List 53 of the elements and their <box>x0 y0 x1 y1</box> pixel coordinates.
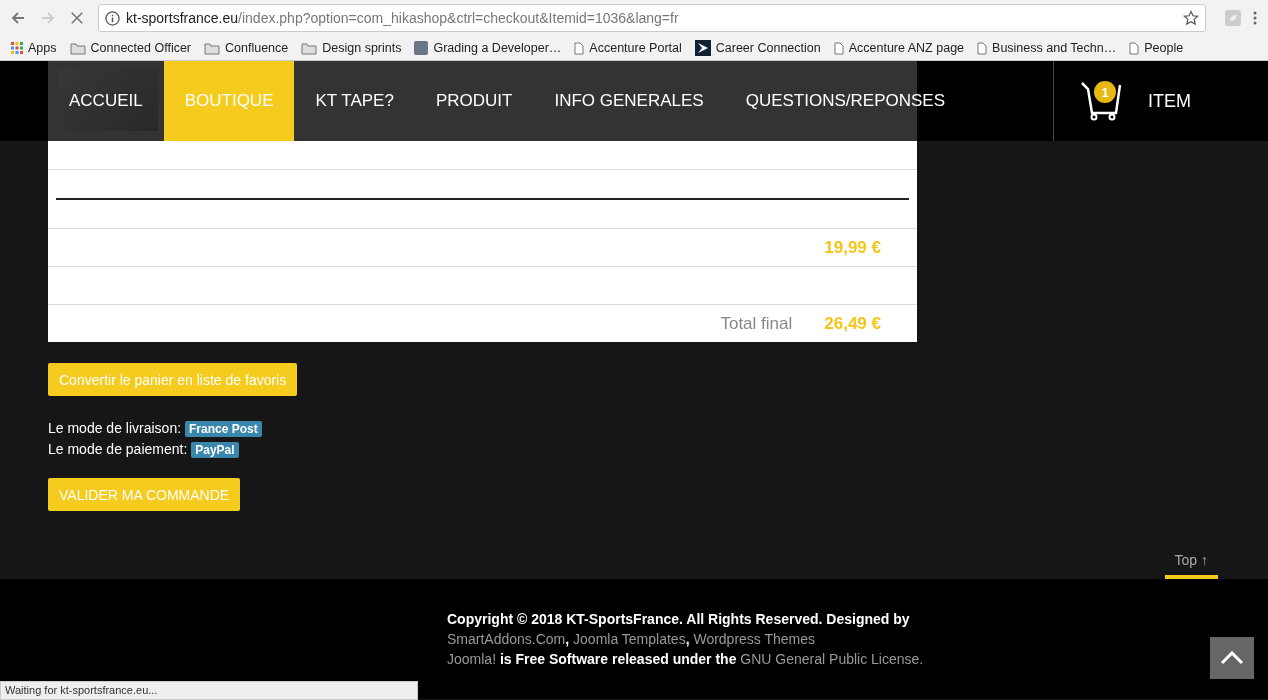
page-icon <box>574 41 585 55</box>
total-price: 26,49 € <box>824 313 881 334</box>
bookmark-link[interactable]: Confluence <box>225 41 289 55</box>
folder-icon <box>301 41 318 55</box>
nav-tab[interactable]: QUESTIONS/REPONSES <box>724 61 966 141</box>
nav-tab[interactable]: INFO GENERALES <box>533 61 725 141</box>
total-label: Total final <box>720 313 793 334</box>
star-icon[interactable] <box>1183 10 1199 26</box>
nav-tab[interactable]: KT TAPE? <box>294 61 415 141</box>
payment-tag: PayPal <box>191 442 239 458</box>
status-bar: Waiting for kt-sportsfrance.eu... <box>0 681 418 700</box>
bookmark-link[interactable]: Grading a Developer… <box>433 41 562 55</box>
footer-link[interactable]: Joomla! <box>447 651 497 667</box>
price-text: 19,99 € <box>824 237 881 258</box>
grid-icon <box>11 42 23 54</box>
bookmark-link[interactable]: Business and Techn… <box>992 41 1117 55</box>
bookmark-link[interactable]: Accenture Portal <box>589 41 682 55</box>
url-text: kt-sportsfrance.eu/index.php?option=com_hikashop&ctrl=checkout&Itemid=1036&lang=fr <box>126 10 680 26</box>
footer-text: Copyright © 2018 KT-SportsFrance. All Rights Reserved. Designed by <box>447 611 910 627</box>
bookmark-link[interactable]: Design sprints <box>322 41 402 55</box>
bookmark-link[interactable]: People <box>1144 41 1184 55</box>
scroll-to-top-button[interactable] <box>1210 637 1254 679</box>
folder-icon <box>69 41 86 55</box>
address-bar[interactable]: kt-sportsfrance.eu/index.php?option=com_hikashop&ctrl=checkout&Itemid=1036&lang=fr <box>98 4 1206 32</box>
page-icon <box>833 41 844 55</box>
footer-link[interactable]: Joomla Templates <box>573 631 686 647</box>
bookmark-link[interactable]: Accenture ANZ page <box>848 41 965 55</box>
nav-tab[interactable]: PRODUIT <box>414 61 534 141</box>
cart-label[interactable]: ITEM <box>1148 90 1191 112</box>
folder-icon <box>204 41 221 55</box>
close-icon[interactable] <box>70 11 84 25</box>
nav-tab[interactable]: ACCUEIL <box>48 61 164 141</box>
footer-text: is Free Software released under the <box>498 651 738 667</box>
footer-link[interactable]: Wordpress Themes <box>693 631 816 647</box>
menu-icon[interactable] <box>1252 10 1258 26</box>
payment-label: Le mode de paiement: <box>48 441 188 457</box>
shipping-label: Le mode de livraison: <box>48 420 182 436</box>
back-icon[interactable] <box>10 10 26 26</box>
page-icon <box>1129 41 1140 55</box>
photo-placeholder <box>414 41 429 55</box>
info-icon <box>105 10 120 26</box>
cart-count-badge: 1 <box>1094 81 1116 103</box>
footer-text: , <box>565 631 571 647</box>
bookmark-link[interactable]: Career Connection <box>715 41 821 55</box>
shipping-tag: France Post <box>184 421 262 437</box>
page-icon <box>977 41 988 55</box>
bookmark-link[interactable]: Connected Officer <box>90 41 192 55</box>
footer-link[interactable]: GNU General Public License. <box>740 651 924 667</box>
footer-link[interactable]: SmartAddons.Com <box>447 631 566 647</box>
chevron-logo-icon <box>694 40 711 56</box>
chevron-up-icon <box>1220 651 1244 665</box>
bookmark-link[interactable]: Apps <box>28 41 57 55</box>
footer-text: , <box>685 631 691 647</box>
